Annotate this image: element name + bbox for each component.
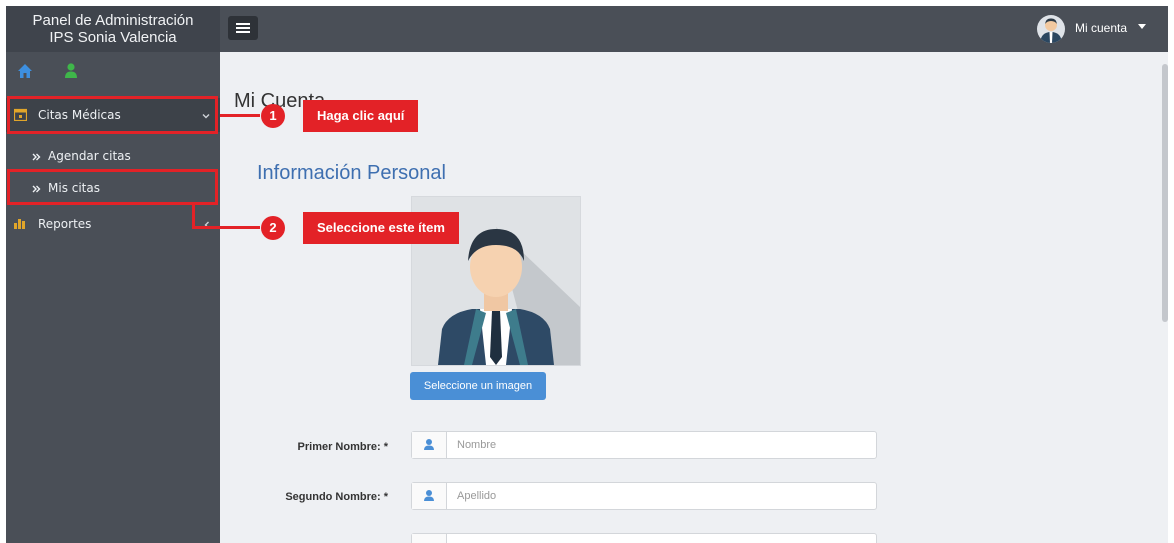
double-chevron-right-icon bbox=[32, 150, 41, 164]
sidebar-item-agendar-citas[interactable]: Agendar citas bbox=[6, 139, 220, 173]
scrollbar-thumb[interactable] bbox=[1162, 64, 1168, 322]
callout-2-connector-vertical bbox=[192, 205, 195, 227]
third-field[interactable] bbox=[411, 533, 877, 543]
top-bar: Mi cuenta bbox=[220, 6, 1168, 52]
user-icon[interactable] bbox=[62, 62, 80, 80]
home-icon[interactable] bbox=[16, 62, 34, 80]
avatar[interactable] bbox=[1037, 15, 1065, 43]
app-frame: Panel de Administración IPS Sonia Valenc… bbox=[6, 6, 1168, 543]
callout-2-connector bbox=[192, 226, 260, 229]
second-name-placeholder: Apellido bbox=[457, 490, 497, 502]
callout-2-label: Seleccione este ítem bbox=[303, 212, 459, 244]
second-name-field[interactable]: Apellido bbox=[411, 482, 877, 510]
bar-chart-icon bbox=[14, 218, 26, 232]
sidebar-item-reportes[interactable]: Reportes bbox=[6, 207, 220, 241]
calendar-icon bbox=[412, 534, 447, 543]
brand-line-1: Panel de Administración bbox=[32, 12, 194, 29]
sidebar-item-label: Agendar citas bbox=[48, 149, 131, 163]
hamburger-icon[interactable] bbox=[228, 16, 258, 40]
select-image-button[interactable]: Seleccione un imagen bbox=[410, 372, 546, 400]
first-name-field[interactable]: Nombre bbox=[411, 431, 877, 459]
second-name-label: Segundo Nombre: * bbox=[285, 491, 388, 503]
chevron-left-icon bbox=[203, 218, 211, 232]
callout-1-connector bbox=[220, 114, 260, 117]
highlight-mis-citas bbox=[7, 169, 218, 205]
brand-line-2: IPS Sonia Valencia bbox=[49, 29, 177, 46]
section-title: Información Personal bbox=[257, 162, 446, 184]
first-name-placeholder: Nombre bbox=[457, 439, 497, 451]
callout-1-number: 1 bbox=[261, 104, 285, 128]
user-icon bbox=[412, 432, 447, 458]
sidebar-item-label: Reportes bbox=[38, 217, 92, 231]
account-menu-label[interactable]: Mi cuenta bbox=[1075, 21, 1127, 35]
first-name-label: Primer Nombre: * bbox=[297, 441, 388, 453]
caret-down-icon[interactable] bbox=[1138, 24, 1146, 29]
user-icon bbox=[412, 483, 447, 509]
callout-1-label: Haga clic aquí bbox=[303, 100, 419, 132]
highlight-citas-medicas bbox=[7, 96, 218, 134]
callout-2-number: 2 bbox=[261, 216, 285, 240]
brand: Panel de Administración IPS Sonia Valenc… bbox=[6, 6, 220, 52]
sidebar: Panel de Administración IPS Sonia Valenc… bbox=[6, 6, 220, 543]
